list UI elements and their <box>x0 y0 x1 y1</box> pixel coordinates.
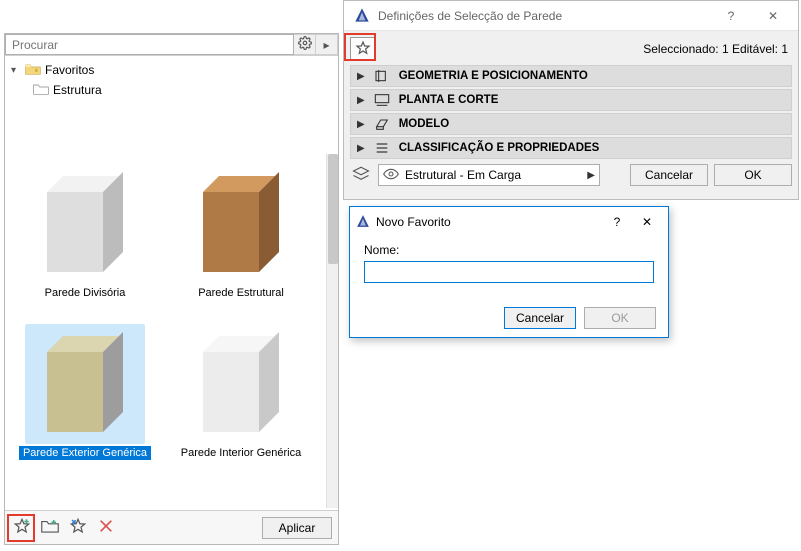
section-icon <box>373 93 391 107</box>
name-input[interactable] <box>364 261 654 283</box>
app-icon <box>354 7 372 25</box>
star-apply-icon <box>69 517 87 538</box>
favorites-toolbar: Aplicar <box>5 510 338 544</box>
disclosure-triangle-icon[interactable]: ▾ <box>11 65 21 76</box>
chevron-right-icon: ▶ <box>357 119 365 130</box>
star-folder-icon <box>25 62 41 79</box>
sub-ok-button[interactable]: OK <box>584 307 656 329</box>
thumbnail-preview <box>25 324 145 444</box>
dialog-footer: Estrutural - Em Carga ▶ Cancelar OK <box>350 161 792 189</box>
thumbnail-label: Parede Interior Genérica <box>177 446 305 460</box>
sub-dialog-body: Nome: <box>350 237 668 299</box>
delete-button[interactable] <box>95 517 117 539</box>
dialog-body: Seleccionado: 1 Editável: 1 ▶ GEOMETRIA E… <box>344 31 798 199</box>
wall-settings-dialog: Definições de Selecção de Parede ? ✕ Sel… <box>343 0 799 200</box>
thumbnail-label: Parede Estrutural <box>194 286 288 300</box>
close-button[interactable]: ✕ <box>752 2 794 30</box>
new-favorite-dialog: Novo Favorito ? ✕ Nome: Cancelar OK <box>349 206 669 338</box>
section-icon <box>373 141 391 155</box>
layers-icon <box>352 166 370 185</box>
dropdown-arrow-icon: ▶ <box>587 170 595 181</box>
layer-value: Estrutural - Em Carga <box>405 168 521 182</box>
favorites-tree: ▾ Favoritos Estrutura <box>5 56 338 104</box>
gear-icon <box>298 36 312 53</box>
ok-button[interactable]: OK <box>714 164 792 186</box>
sub-cancel-button[interactable]: Cancelar <box>504 307 576 329</box>
folder-plus-icon <box>41 517 59 538</box>
name-label: Nome: <box>364 243 654 257</box>
star-plus-icon <box>13 517 31 538</box>
search-options-button[interactable]: ▸ <box>316 34 338 55</box>
cancel-button[interactable]: Cancelar <box>630 164 708 186</box>
chevron-right-icon: ▶ <box>357 95 365 106</box>
section-icon <box>373 117 391 131</box>
section-label: CLASSIFICAÇÃO E PROPRIEDADES <box>399 142 600 154</box>
section-header[interactable]: ▶ MODELO <box>350 113 792 135</box>
favorite-header-row: Seleccionado: 1 Editável: 1 <box>350 35 792 63</box>
folder-icon <box>33 82 49 99</box>
star-icon <box>355 40 371 59</box>
thumbnail-grid: Parede Divisória Parede Estrutural Parede … <box>5 154 326 508</box>
sub-titlebar[interactable]: Novo Favorito ? ✕ <box>350 207 668 237</box>
section-header[interactable]: ▶ GEOMETRIA E POSICIONAMENTO <box>350 65 792 87</box>
thumbnail-label: Parede Divisória <box>41 286 130 300</box>
section-label: GEOMETRIA E POSICIONAMENTO <box>399 70 588 82</box>
thumbnail-item[interactable]: Parede Exterior Genérica <box>7 318 163 478</box>
chevron-right-icon: ▸ <box>323 38 329 52</box>
sub-dialog-title: Novo Favorito <box>376 215 602 229</box>
sub-dialog-footer: Cancelar OK <box>350 299 668 337</box>
titlebar[interactable]: Definições de Selecção de Parede ? ✕ <box>344 1 798 31</box>
thumbnail-item[interactable]: Parede Estrutural <box>163 158 319 318</box>
section-header[interactable]: ▶ PLANTA E CORTE <box>350 89 792 111</box>
apply-button[interactable]: Aplicar <box>262 517 332 539</box>
layer-stack-button[interactable] <box>350 165 372 185</box>
layer-combo[interactable]: Estrutural - Em Carga ▶ <box>378 164 600 186</box>
delete-x-icon <box>98 518 114 537</box>
dialog-title: Definições de Selecção de Parede <box>378 9 710 23</box>
tree-root-label: Favoritos <box>45 63 94 77</box>
help-icon: ? <box>728 9 735 23</box>
tree-item-label: Estrutura <box>53 83 102 97</box>
search-input[interactable] <box>5 34 294 55</box>
section-icon <box>373 69 391 83</box>
help-button[interactable]: ? <box>710 2 752 30</box>
eye-icon <box>383 168 399 183</box>
favorites-panel: ▸ ▾ Favoritos Estrutura Parede Divisória… <box>4 33 339 545</box>
thumbnail-preview <box>25 164 145 284</box>
selection-info: Seleccionado: 1 Editável: 1 <box>643 42 792 56</box>
settings-gear-button[interactable] <box>294 34 316 55</box>
search-row: ▸ <box>5 34 338 56</box>
chevron-right-icon: ▶ <box>357 71 365 82</box>
thumbnail-label: Parede Exterior Genérica <box>19 446 151 460</box>
add-favorite-button[interactable] <box>11 517 33 539</box>
tree-root-favorites[interactable]: ▾ Favoritos <box>5 60 338 80</box>
tree-item-estrutura[interactable]: Estrutura <box>5 80 338 100</box>
close-icon: ✕ <box>768 9 778 23</box>
section-header[interactable]: ▶ CLASSIFICAÇÃO E PROPRIEDADES <box>350 137 792 159</box>
thumbnail-preview <box>181 324 301 444</box>
scrollbar[interactable] <box>326 154 338 508</box>
favorite-star-button[interactable] <box>350 37 376 61</box>
thumbnail-item[interactable]: Parede Divisória <box>7 158 163 318</box>
app-icon <box>356 214 370 231</box>
new-folder-button[interactable] <box>39 517 61 539</box>
apply-favorite-button[interactable] <box>67 517 89 539</box>
chevron-right-icon: ▶ <box>357 143 365 154</box>
section-label: PLANTA E CORTE <box>399 94 499 106</box>
thumbnail-item[interactable]: Parede Interior Genérica <box>163 318 319 478</box>
thumbnail-preview <box>181 164 301 284</box>
section-label: MODELO <box>399 118 449 130</box>
sub-close-button[interactable]: ✕ <box>632 215 662 229</box>
sub-help-button[interactable]: ? <box>602 215 632 229</box>
